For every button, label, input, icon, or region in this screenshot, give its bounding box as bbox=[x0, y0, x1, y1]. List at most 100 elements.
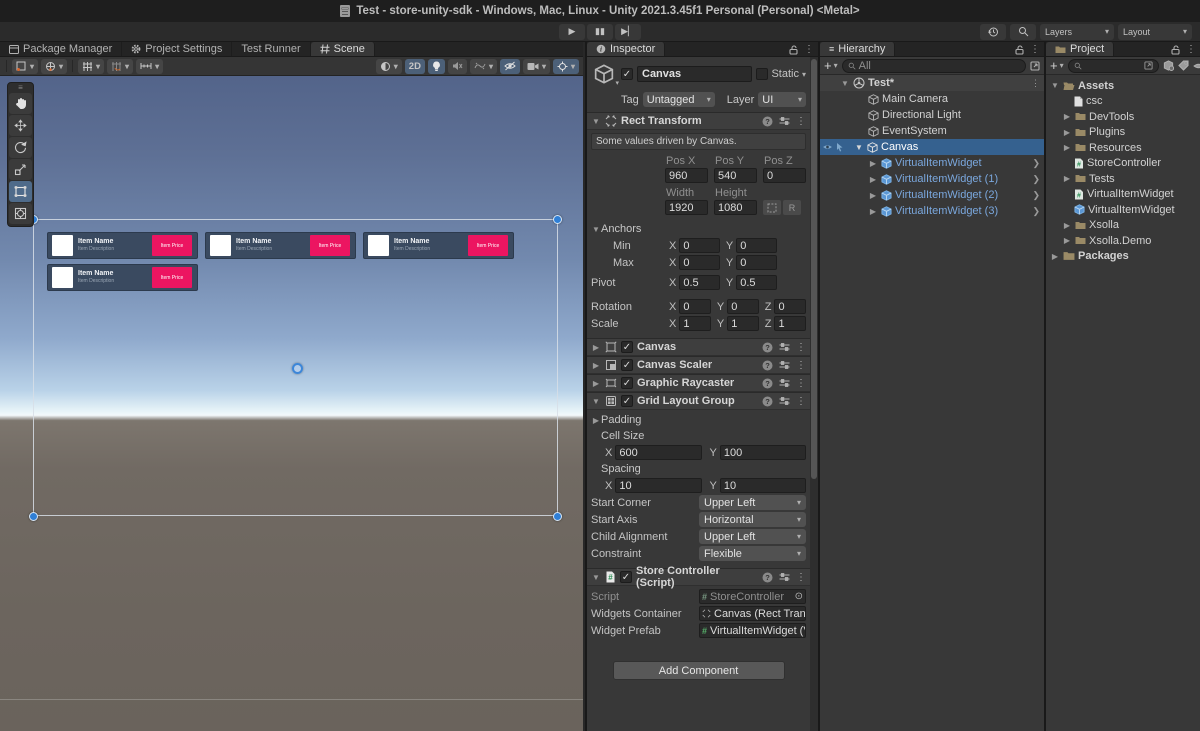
open-search-window-icon[interactable] bbox=[1144, 61, 1153, 70]
pos-x-field[interactable]: 960 bbox=[665, 168, 708, 183]
component-enabled-checkbox[interactable]: ✓ bbox=[620, 571, 632, 583]
scene-audio-button[interactable] bbox=[448, 59, 467, 74]
rotate-tool-button[interactable] bbox=[9, 137, 32, 158]
canvas-component-header[interactable]: ▶ ✓ Canvas ? ⋮ bbox=[587, 338, 810, 356]
kebab-menu-icon[interactable]: ⋮ bbox=[1031, 78, 1040, 89]
virtual-item-widget-card[interactable]: Item Name Item Description Item Price bbox=[47, 264, 198, 291]
raw-edit-mode-button[interactable]: R bbox=[783, 200, 801, 215]
widget-prefab-object-field[interactable]: #VirtualItemWidget (Virt ⊙ bbox=[699, 623, 806, 638]
create-asset-button[interactable]: +▾ bbox=[1050, 58, 1064, 73]
project-item-xsolla[interactable]: ▶ Xsolla bbox=[1050, 218, 1200, 234]
project-item-storecontroller[interactable]: # StoreController bbox=[1050, 156, 1200, 172]
project-item-virtualitemwidget-script[interactable]: # VirtualItemWidget bbox=[1050, 187, 1200, 203]
help-icon[interactable]: ? bbox=[762, 360, 773, 371]
help-icon[interactable]: ? bbox=[762, 342, 773, 353]
presets-icon[interactable] bbox=[779, 360, 790, 370]
overlay-drag-handle[interactable]: ≡ bbox=[8, 83, 33, 92]
rect-tool-button[interactable] bbox=[9, 181, 32, 202]
kebab-menu-icon[interactable]: ⋮ bbox=[796, 572, 806, 583]
help-icon[interactable]: ? bbox=[762, 116, 773, 127]
hierarchy-item-directional-light[interactable]: Directional Light bbox=[820, 107, 1044, 123]
canvas-pivot-handle[interactable] bbox=[292, 363, 303, 374]
anchors-max-y-field[interactable]: 0 bbox=[736, 255, 777, 270]
transform-tool-button[interactable] bbox=[9, 203, 32, 224]
project-item-resources[interactable]: ▶ Resources bbox=[1050, 140, 1200, 156]
virtual-item-widget-card[interactable]: Item Name Item Description Item Price bbox=[363, 232, 514, 259]
tag-dropdown[interactable]: Untagged▾ bbox=[643, 92, 715, 107]
tab-hierarchy[interactable]: ≡ Hierarchy bbox=[820, 42, 895, 56]
grid-snapping-button[interactable]: ▾ bbox=[107, 59, 133, 74]
project-item-packages[interactable]: ▶ Packages bbox=[1050, 249, 1200, 265]
presets-icon[interactable] bbox=[779, 378, 790, 388]
hierarchy-item-virtualitemwidget-1[interactable]: ▶ VirtualItemWidget (1) ❯ bbox=[820, 171, 1044, 187]
inspector-scrollbar[interactable] bbox=[810, 57, 818, 731]
static-checkbox[interactable] bbox=[756, 68, 768, 80]
rotation-x-field[interactable]: 0 bbox=[679, 299, 711, 314]
help-icon[interactable]: ? bbox=[762, 396, 773, 407]
packages-visibility-icon[interactable] bbox=[1163, 60, 1174, 71]
hierarchy-item-virtualitemwidget[interactable]: ▶ VirtualItemWidget ❯ bbox=[820, 155, 1044, 171]
pickability-icon[interactable] bbox=[835, 142, 844, 152]
gameobject-name-field[interactable]: Canvas bbox=[637, 66, 752, 82]
scale-tool-button[interactable] bbox=[9, 159, 32, 180]
scale-x-field[interactable]: 1 bbox=[679, 316, 711, 331]
prefab-open-arrow[interactable]: ❯ bbox=[1032, 174, 1040, 185]
label-tag-icon[interactable] bbox=[1178, 60, 1189, 71]
lock-icon[interactable] bbox=[789, 45, 798, 55]
anchors-max-x-field[interactable]: 0 bbox=[679, 255, 720, 270]
grid-visibility-button[interactable]: ▾ bbox=[78, 59, 104, 74]
project-item-plugins[interactable]: ▶ Plugins bbox=[1050, 125, 1200, 141]
scale-y-field[interactable]: 1 bbox=[727, 316, 759, 331]
padding-foldout[interactable]: Padding bbox=[601, 414, 641, 426]
tool-handle-settings-button[interactable]: ▾ bbox=[12, 59, 38, 74]
project-search-input[interactable] bbox=[1068, 59, 1159, 73]
add-component-button[interactable]: Add Component bbox=[613, 661, 785, 680]
visibility-eye-icon[interactable] bbox=[1193, 62, 1200, 70]
object-picker-icon[interactable]: ⊙ bbox=[795, 591, 803, 602]
component-enabled-checkbox[interactable]: ✓ bbox=[621, 377, 633, 389]
child-alignment-dropdown[interactable]: Upper Left▾ bbox=[699, 529, 806, 544]
pos-y-field[interactable]: 540 bbox=[714, 168, 757, 183]
foldout-icon[interactable]: ▼ bbox=[591, 117, 601, 126]
kebab-menu-icon[interactable]: ⋮ bbox=[796, 378, 806, 389]
tab-package-manager[interactable]: Package Manager bbox=[0, 42, 122, 56]
rect-handle-bottom-right[interactable] bbox=[553, 512, 562, 521]
snap-increment-button[interactable]: ▾ bbox=[136, 59, 163, 74]
kebab-menu-icon[interactable]: ⋮ bbox=[796, 342, 806, 353]
tab-inspector[interactable]: i Inspector bbox=[587, 42, 665, 56]
component-enabled-checkbox[interactable]: ✓ bbox=[621, 341, 633, 353]
kebab-menu-icon[interactable]: ⋮ bbox=[796, 116, 806, 127]
anchors-min-y-field[interactable]: 0 bbox=[736, 238, 777, 253]
layer-dropdown[interactable]: UI▾ bbox=[758, 92, 806, 107]
component-enabled-checkbox[interactable]: ✓ bbox=[621, 395, 633, 407]
gameobject-icon[interactable]: ▾ bbox=[591, 61, 617, 87]
2d-mode-button[interactable]: 2D bbox=[405, 59, 425, 74]
grid-layout-group-header[interactable]: ▼ ✓ Grid Layout Group ? ⋮ bbox=[587, 392, 810, 410]
component-enabled-checkbox[interactable]: ✓ bbox=[621, 359, 633, 371]
cell-size-y-field[interactable]: 100 bbox=[720, 445, 806, 460]
hierarchy-search-input[interactable]: All bbox=[842, 59, 1026, 73]
scale-z-field[interactable]: 1 bbox=[774, 316, 806, 331]
pivot-y-field[interactable]: 0.5 bbox=[736, 275, 777, 290]
project-item-assets[interactable]: ▼ Assets bbox=[1050, 78, 1200, 94]
static-toggle[interactable]: Static ▾ bbox=[756, 68, 806, 80]
virtual-item-widget-card[interactable]: Item Name Item Description Item Price bbox=[205, 232, 356, 259]
lock-icon[interactable] bbox=[1171, 45, 1180, 55]
scene-lighting-button[interactable] bbox=[428, 59, 445, 74]
rect-handle-bottom-left[interactable] bbox=[29, 512, 38, 521]
prefab-open-arrow[interactable]: ❯ bbox=[1032, 206, 1040, 217]
gizmos-button[interactable]: ▾ bbox=[553, 59, 579, 74]
effects-button[interactable]: ▾ bbox=[470, 59, 497, 74]
undo-history-button[interactable] bbox=[980, 24, 1006, 40]
project-item-csc[interactable]: csc bbox=[1050, 94, 1200, 110]
anchors-min-x-field[interactable]: 0 bbox=[679, 238, 720, 253]
kebab-menu-icon[interactable]: ⋮ bbox=[1030, 44, 1040, 55]
width-field[interactable]: 1920 bbox=[665, 200, 708, 215]
visibility-eye-icon[interactable] bbox=[822, 143, 833, 151]
lock-icon[interactable] bbox=[1015, 45, 1024, 55]
cell-size-x-field[interactable]: 600 bbox=[615, 445, 701, 460]
script-object-field[interactable]: #StoreController ⊙ bbox=[699, 589, 806, 604]
tab-project-settings[interactable]: Project Settings bbox=[122, 42, 232, 56]
hierarchy-item-canvas[interactable]: ▼ Canvas bbox=[820, 139, 1044, 155]
move-tool-button[interactable] bbox=[9, 115, 32, 136]
